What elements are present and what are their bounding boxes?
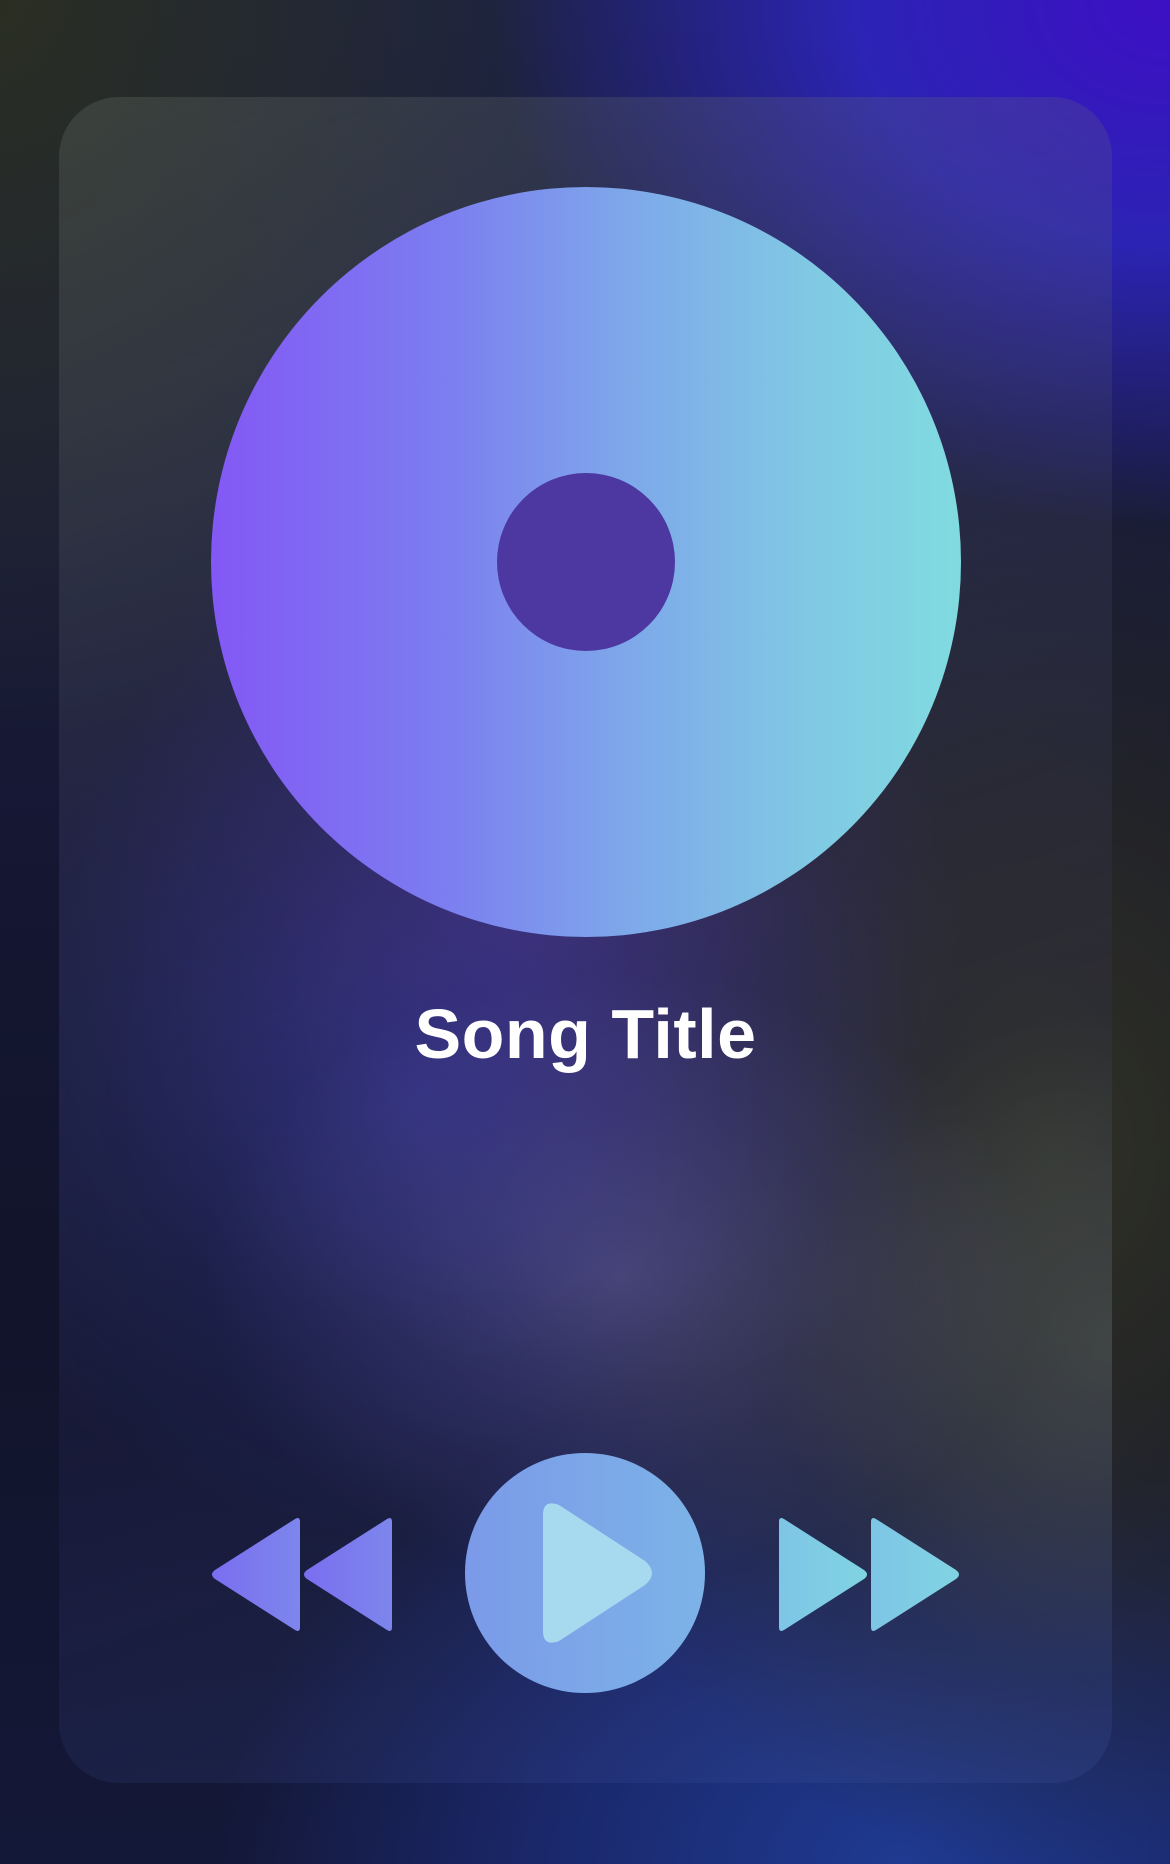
next-button[interactable] xyxy=(777,1512,962,1637)
player-card: Song Title xyxy=(59,97,1112,1783)
play-icon xyxy=(465,1453,705,1693)
playback-controls xyxy=(59,97,1112,1783)
previous-button[interactable] xyxy=(209,1512,394,1637)
play-button[interactable] xyxy=(465,1453,705,1693)
fast-forward-icon xyxy=(779,1518,959,1631)
rewind-icon xyxy=(212,1518,392,1631)
